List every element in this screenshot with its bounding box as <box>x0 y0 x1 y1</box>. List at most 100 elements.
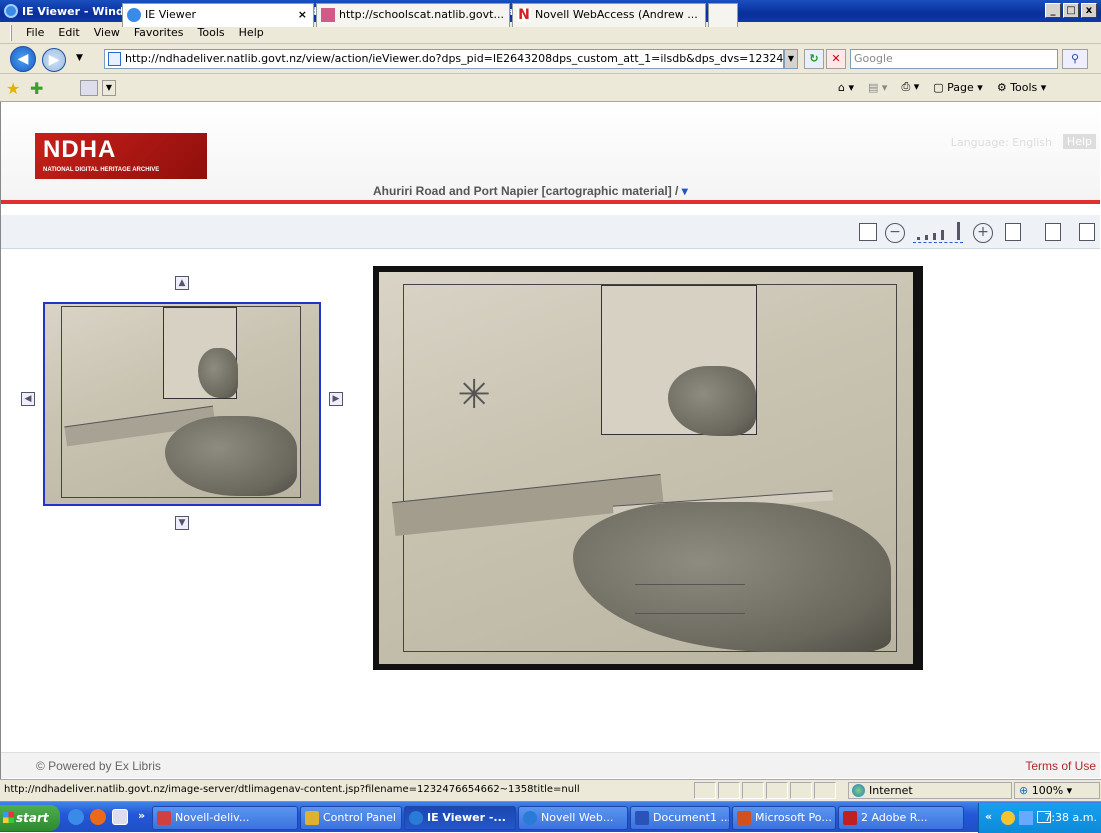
print-icon[interactable]: ⎙ ▾ <box>901 80 919 94</box>
search-icon[interactable]: ⚲ <box>1062 49 1088 69</box>
taskbar-item-adobe-reader[interactable]: 2 Adobe R... <box>838 806 964 830</box>
language-selector[interactable]: Language: English <box>951 136 1052 149</box>
minimize-button[interactable]: _ <box>1045 3 1061 18</box>
fit-to-window-icon[interactable] <box>859 223 877 241</box>
tray-network-icon[interactable] <box>1001 811 1015 825</box>
taskbar-item-control-panel[interactable]: Control Panel <box>300 806 402 830</box>
taskbar-item-ie-viewer[interactable]: IE Viewer -... <box>404 806 516 830</box>
address-url: http://ndhadeliver.natlib.govt.nz/view/a… <box>125 52 784 65</box>
zoom-level[interactable]: ⊕ 100% ▾ <box>1014 782 1100 799</box>
tab-label: http://schoolscat.natlib.govt... <box>339 8 504 21</box>
page-content: NDHA NATIONAL DIGITAL HERITAGE ARCHIVE L… <box>0 102 1101 779</box>
record-title-text: Ahuriri Road and Port Napier [cartograph… <box>373 184 679 198</box>
quicklaunch-desktop-icon[interactable] <box>112 809 128 825</box>
pan-left-icon[interactable]: ◀ <box>21 392 35 406</box>
pan-down-icon[interactable]: ▼ <box>175 516 189 530</box>
taskbar-item-microsoft-po[interactable]: Microsoft Po... <box>732 806 836 830</box>
ie-icon <box>523 811 537 825</box>
taskbar-item-label: Document1 ... <box>653 811 730 824</box>
rotate-right-icon[interactable] <box>1005 223 1021 241</box>
favorites-star-icon[interactable]: ★ <box>6 79 20 98</box>
status-panel <box>814 782 836 799</box>
tab-new[interactable] <box>708 3 738 27</box>
add-favorites-icon[interactable]: ✚ <box>30 79 43 98</box>
menu-view[interactable]: View <box>94 26 120 39</box>
history-dropdown-icon[interactable]: ▼ <box>76 53 83 63</box>
adobe-reader-icon <box>843 811 857 825</box>
quicklaunch-ie-icon[interactable] <box>68 809 84 825</box>
tab-list-dropdown-icon[interactable]: ▼ <box>102 80 116 96</box>
tray-expand-icon[interactable]: « <box>985 810 992 823</box>
page-menu[interactable]: ▢ Page ▾ <box>933 81 983 94</box>
taskbar-item-novell-web[interactable]: Novell Web... <box>518 806 628 830</box>
menu-favorites[interactable]: Favorites <box>134 26 184 39</box>
security-zone[interactable]: Internet <box>848 782 1012 799</box>
inset-map <box>601 285 757 436</box>
taskbar-item-document1[interactable]: Document1 ... <box>630 806 730 830</box>
taskbar-item-novell-deliv[interactable]: Novell-deliv... <box>152 806 298 830</box>
rotate-left-icon[interactable] <box>1045 223 1061 241</box>
bookmark-tab-icon <box>321 8 335 22</box>
tab-novell-webaccess[interactable]: N Novell WebAccess (Andrew ... <box>512 3 706 27</box>
tab-label: IE Viewer <box>145 8 197 21</box>
page-menu-label: Page <box>947 80 974 94</box>
pan-up-icon[interactable]: ▲ <box>175 276 189 290</box>
map-title-block <box>635 584 745 614</box>
logo-subtext: NATIONAL DIGITAL HERITAGE ARCHIVE <box>43 167 160 173</box>
maximize-button[interactable]: □ <box>1063 3 1079 18</box>
zoom-slider[interactable] <box>913 222 963 243</box>
zone-label: Internet <box>869 784 913 797</box>
tab-close-icon[interactable]: × <box>298 4 307 26</box>
tab-ie-viewer[interactable]: IE Viewer × <box>122 3 314 27</box>
stop-button[interactable]: ✕ <box>826 49 846 69</box>
address-dropdown-icon[interactable]: ▼ <box>784 49 798 69</box>
main-map-image[interactable]: ✳ <box>373 266 923 670</box>
title-dropdown-icon[interactable]: ▾ <box>682 184 688 198</box>
viewer-toolbar: − + <box>1 215 1100 249</box>
site-header: NDHA NATIONAL DIGITAL HERITAGE ARCHIVE L… <box>1 102 1100 200</box>
status-bar: http://ndhadeliver.natlib.govt.nz/image-… <box>0 779 1101 801</box>
menu-edit[interactable]: Edit <box>58 26 79 39</box>
menu-help[interactable]: Help <box>239 26 264 39</box>
tools-menu[interactable]: ⚙ Tools ▾ <box>997 81 1047 94</box>
menu-file[interactable]: File <box>26 26 44 39</box>
ndha-logo[interactable]: NDHA NATIONAL DIGITAL HERITAGE ARCHIVE <box>35 133 207 179</box>
pan-right-icon[interactable]: ▶ <box>329 392 343 406</box>
quicklaunch-firefox-icon[interactable] <box>90 809 106 825</box>
back-button[interactable]: ◀ <box>10 46 36 72</box>
terms-of-use-link[interactable]: Terms of Use <box>1025 759 1096 773</box>
menu-grip <box>10 24 12 41</box>
taskbar-item-label: Novell-deliv... <box>175 811 250 824</box>
clock[interactable]: 7:38 a.m. <box>1044 811 1097 824</box>
taskbar-item-label: Novell Web... <box>541 811 614 824</box>
search-input[interactable]: Google <box>850 49 1058 69</box>
zoom-label: 100% <box>1031 784 1064 797</box>
zoom-out-icon[interactable]: − <box>885 223 905 243</box>
zoom-dropdown-icon: ▾ <box>1066 784 1073 797</box>
tab-schoolscat[interactable]: http://schoolscat.natlib.govt... <box>316 3 510 27</box>
tools-menu-label: Tools <box>1010 80 1038 94</box>
outlook-icon <box>157 811 171 825</box>
refresh-button[interactable]: ↻ <box>804 49 824 69</box>
tab-label: Novell WebAccess (Andrew ... <box>535 8 698 21</box>
taskbar-item-label: 2 Adobe R... <box>861 811 928 824</box>
taskbar-item-label: IE Viewer -... <box>427 811 506 824</box>
full-screen-icon[interactable] <box>1079 223 1095 241</box>
feeds-icon[interactable]: ▤ ▾ <box>868 81 887 94</box>
thumbnail-navigator[interactable] <box>43 302 321 506</box>
menu-tools[interactable]: Tools <box>198 26 225 39</box>
status-text: http://ndhadeliver.natlib.govt.nz/image-… <box>4 784 580 795</box>
close-window-button[interactable]: x <box>1081 3 1097 18</box>
address-input[interactable]: http://ndhadeliver.natlib.govt.nz/view/a… <box>104 49 784 69</box>
logo-text: NDHA <box>43 136 117 163</box>
home-icon[interactable]: ⌂ ▾ <box>838 81 854 94</box>
tray-volume-icon[interactable] <box>1019 811 1033 825</box>
quicklaunch-overflow[interactable]: » <box>138 809 145 822</box>
start-button[interactable]: start <box>0 805 60 831</box>
ie-tab-icon <box>127 8 141 22</box>
forward-button[interactable]: ▶ <box>42 48 66 72</box>
header-divider <box>1 200 1100 204</box>
zoom-in-icon[interactable]: + <box>973 223 993 243</box>
help-link[interactable]: Help <box>1062 134 1096 149</box>
quick-tabs-icon[interactable] <box>80 80 98 96</box>
